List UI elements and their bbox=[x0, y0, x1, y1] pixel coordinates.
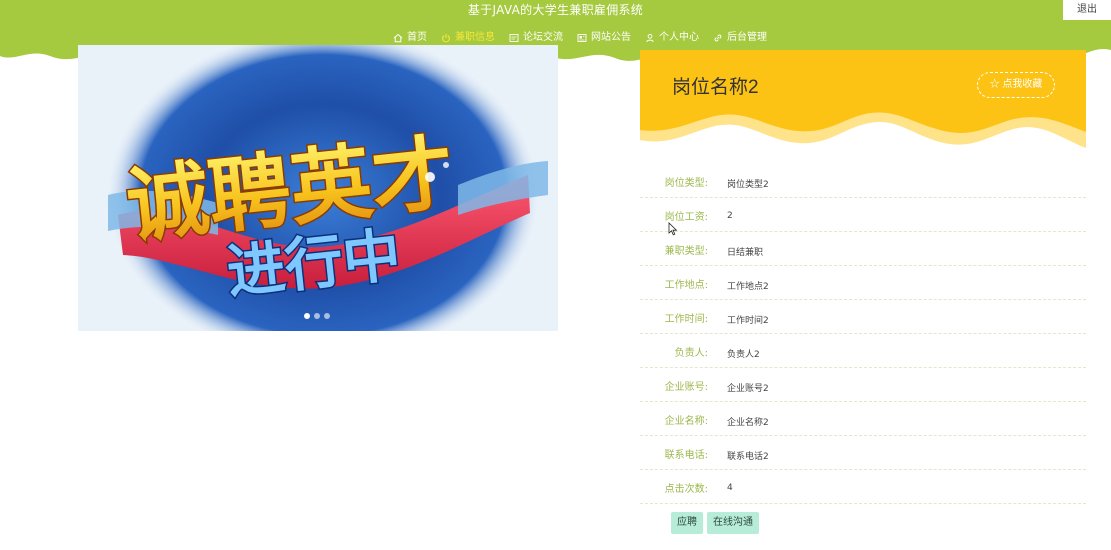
info-label: 兼职类型: bbox=[664, 246, 708, 257]
info-value: 联系电话2 bbox=[727, 452, 769, 462]
nav-item-home[interactable]: 首页 bbox=[393, 30, 427, 46]
info-value: 工作地点2 bbox=[727, 282, 769, 292]
info-label: 企业名称: bbox=[664, 416, 708, 427]
job-info-list: 岗位类型: 岗位类型2 岗位工资: 2 兼职类型: 日结兼职 工作地点: 工作地… bbox=[640, 164, 1086, 504]
logout-button[interactable]: 退出 bbox=[1063, 0, 1111, 20]
info-label: 岗位工资: bbox=[664, 212, 708, 223]
info-row-click-count: 点击次数: 4 bbox=[640, 470, 1086, 504]
info-value: 工作时间2 bbox=[727, 316, 769, 326]
info-value: 日结兼职 bbox=[727, 248, 764, 258]
info-value: 企业名称2 bbox=[727, 418, 769, 428]
main-nav: 首页 兼职信息 论坛交流 网站公告 个人中心 后台管理 bbox=[393, 30, 767, 46]
info-row-parttime-type: 兼职类型: 日结兼职 bbox=[640, 232, 1086, 266]
info-row-salary: 岗位工资: 2 bbox=[640, 198, 1086, 232]
mouse-cursor-icon bbox=[668, 222, 678, 236]
info-value: 4 bbox=[727, 483, 733, 493]
info-label: 联系电话: bbox=[664, 450, 708, 461]
job-actions: 应聘 在线沟通 bbox=[671, 512, 759, 534]
info-value: 负责人2 bbox=[727, 350, 760, 360]
job-title-block: 岗位名称2 ☆ 点我收藏 bbox=[640, 50, 1086, 155]
info-label: 企业账号: bbox=[664, 382, 708, 393]
site-title: 基于JAVA的大学生兼职雇佣系统 bbox=[467, 3, 644, 17]
job-title: 岗位名称2 bbox=[672, 77, 759, 98]
title-wave-background bbox=[640, 50, 1086, 148]
nav-item-profile[interactable]: 个人中心 bbox=[645, 30, 699, 46]
info-row-location: 工作地点: 工作地点2 bbox=[640, 266, 1086, 300]
info-row-company-account: 企业账号: 企业账号2 bbox=[640, 368, 1086, 402]
info-label: 负责人: bbox=[674, 348, 708, 359]
info-value: 企业账号2 bbox=[727, 384, 769, 394]
info-value: 岗位类型2 bbox=[727, 180, 769, 190]
nav-item-label: 论坛交流 bbox=[523, 32, 563, 43]
carousel-dot[interactable] bbox=[314, 313, 320, 319]
online-chat-button[interactable]: 在线沟通 bbox=[707, 512, 759, 534]
notice-icon bbox=[577, 34, 587, 42]
image-carousel[interactable]: 诚聘英才 进行中 bbox=[78, 45, 558, 331]
link-icon bbox=[714, 34, 722, 42]
forum-icon bbox=[509, 34, 519, 42]
info-value: 2 bbox=[727, 211, 733, 221]
nav-item-forum[interactable]: 论坛交流 bbox=[509, 30, 563, 46]
power-icon bbox=[442, 34, 450, 43]
apply-button[interactable]: 应聘 bbox=[671, 512, 703, 534]
info-label: 岗位类型: bbox=[664, 178, 708, 189]
info-label: 点击次数: bbox=[664, 484, 708, 495]
info-row-manager: 负责人: 负责人2 bbox=[640, 334, 1086, 368]
nav-item-label: 网站公告 bbox=[591, 32, 631, 43]
carousel-dot[interactable] bbox=[324, 313, 330, 319]
user-icon bbox=[646, 33, 654, 43]
info-label: 工作时间: bbox=[664, 314, 708, 325]
info-row-phone: 联系电话: 联系电话2 bbox=[640, 436, 1086, 470]
nav-item-label: 后台管理 bbox=[727, 32, 767, 43]
nav-item-admin[interactable]: 后台管理 bbox=[713, 30, 767, 46]
info-label: 工作地点: bbox=[664, 280, 708, 291]
info-row-work-time: 工作时间: 工作时间2 bbox=[640, 300, 1086, 334]
nav-item-label: 个人中心 bbox=[659, 32, 699, 43]
nav-item-label: 兼职信息 bbox=[455, 32, 495, 43]
info-row-job-type: 岗位类型: 岗位类型2 bbox=[640, 164, 1086, 198]
recruitment-banner-image: 诚聘英才 进行中 bbox=[78, 45, 558, 331]
home-icon bbox=[393, 33, 403, 43]
info-row-company-name: 企业名称: 企业名称2 bbox=[640, 402, 1086, 436]
nav-item-label: 首页 bbox=[407, 32, 427, 43]
nav-item-jobs[interactable]: 兼职信息 bbox=[441, 30, 495, 46]
nav-item-notice[interactable]: 网站公告 bbox=[577, 30, 631, 46]
carousel-dot[interactable] bbox=[304, 313, 310, 319]
favorite-button[interactable]: ☆ 点我收藏 bbox=[977, 72, 1055, 98]
carousel-indicators bbox=[304, 313, 330, 319]
